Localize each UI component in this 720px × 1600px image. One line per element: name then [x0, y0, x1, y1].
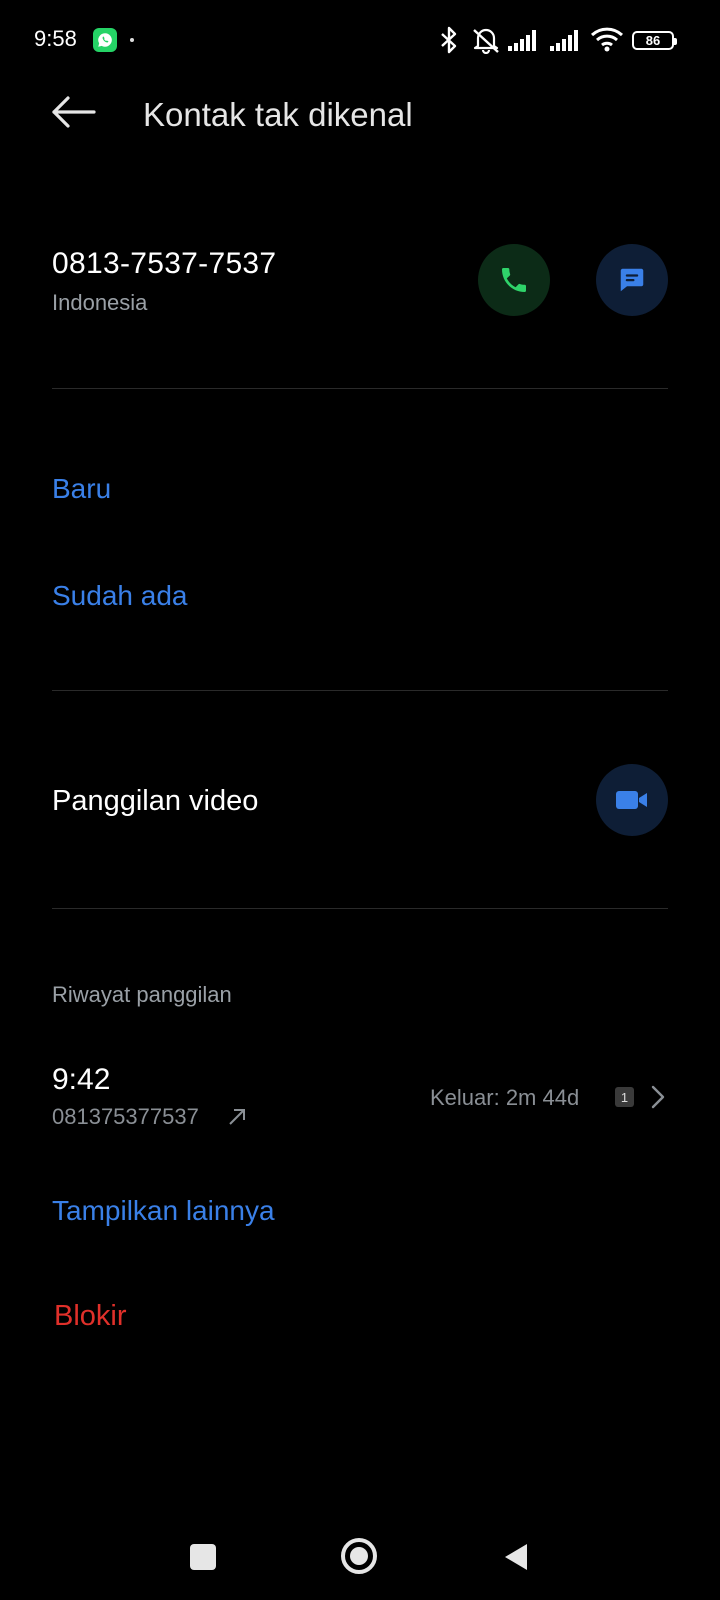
- call-time: 9:42: [52, 1063, 111, 1096]
- show-more-button[interactable]: Tampilkan lainnya: [52, 1195, 275, 1227]
- block-button[interactable]: Blokir: [54, 1300, 127, 1333]
- home-icon: [350, 1547, 368, 1565]
- video-call-label: Panggilan video: [52, 785, 259, 817]
- call-status: Keluar: 2m 44d: [430, 1085, 580, 1110]
- message-icon: [620, 268, 644, 292]
- whatsapp-icon: [93, 28, 117, 52]
- sim-number: 1: [620, 1089, 629, 1105]
- battery-icon: 86: [632, 31, 677, 50]
- divider: [52, 690, 668, 691]
- outgoing-arrow-icon: [226, 1106, 248, 1133]
- call-history-title: Riwayat panggilan: [52, 982, 232, 1007]
- battery-level: 86: [645, 33, 661, 48]
- bluetooth-icon: [438, 26, 460, 59]
- phone-number: 0813-7537-7537: [52, 247, 277, 280]
- mute-icon: [470, 26, 502, 59]
- home-nav-button[interactable]: [341, 1538, 377, 1574]
- message-button[interactable]: [596, 244, 668, 316]
- existing-contact-button[interactable]: Sudah ada: [52, 580, 187, 612]
- chevron-right-icon[interactable]: [650, 1084, 666, 1115]
- back-button[interactable]: [48, 92, 100, 132]
- phone-region: Indonesia: [52, 290, 148, 315]
- divider: [52, 908, 668, 909]
- recents-nav-button[interactable]: [190, 1544, 216, 1570]
- signal-icon: [508, 28, 542, 57]
- wifi-icon: [590, 26, 624, 57]
- back-nav-button[interactable]: [503, 1542, 529, 1577]
- phone-icon: [502, 268, 526, 292]
- new-contact-button[interactable]: Baru: [52, 473, 111, 505]
- video-camera-icon: [616, 791, 647, 809]
- status-time: 9:58: [34, 26, 77, 51]
- page-title: Kontak tak dikenal: [143, 96, 413, 133]
- triangle-back-icon: [505, 1544, 527, 1570]
- signal-icon: [550, 28, 584, 57]
- divider: [52, 388, 668, 389]
- notification-dot-icon: [130, 38, 134, 42]
- video-call-button[interactable]: [596, 764, 668, 836]
- sim-badge: 1: [615, 1087, 634, 1107]
- call-button[interactable]: [478, 244, 550, 316]
- call-number: 081375377537: [52, 1104, 199, 1129]
- arrow-left-icon: [52, 96, 96, 128]
